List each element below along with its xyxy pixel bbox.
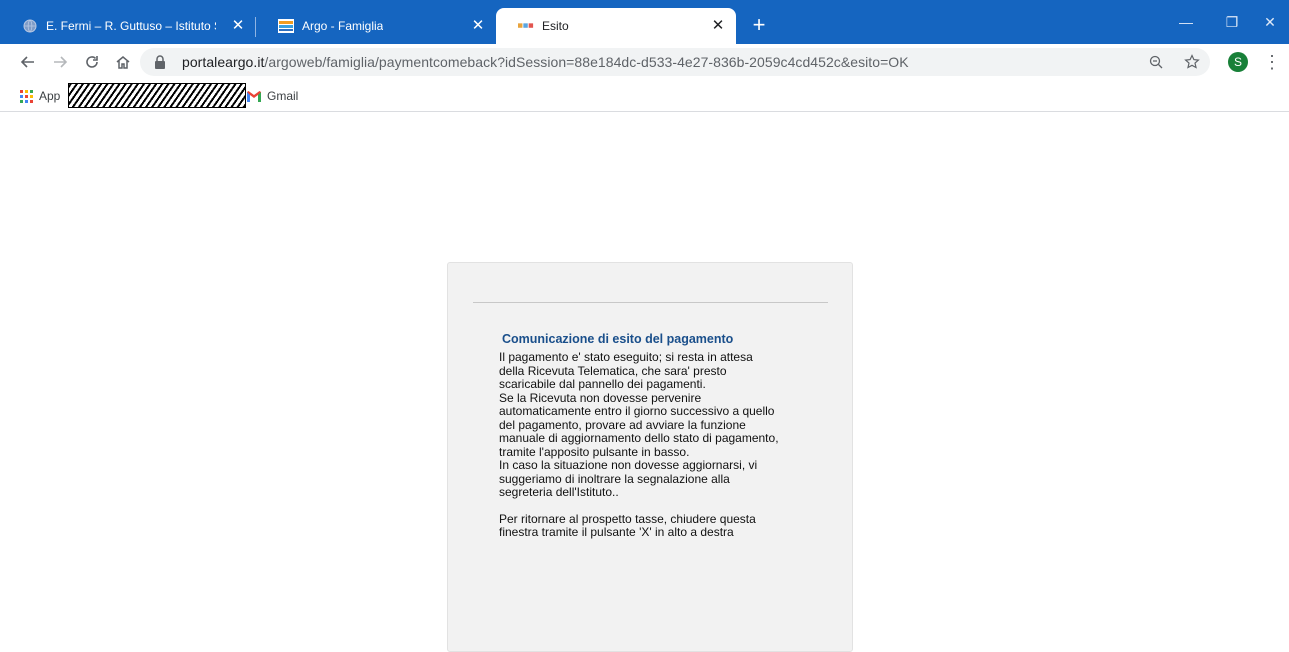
tab-close-icon[interactable]: ✕ (470, 18, 486, 34)
forward-button[interactable] (48, 50, 72, 74)
tab-istituto[interactable]: E. Fermi – R. Guttuso – Istituto St ✕ (0, 8, 256, 44)
tab-title: Esito (542, 19, 569, 33)
bookmarks-bar: App Gmail (0, 80, 1289, 112)
globe-icon (22, 18, 38, 34)
lock-icon (155, 55, 165, 69)
arrow-left-icon (20, 56, 34, 68)
tab-close-icon[interactable]: ✕ (230, 18, 246, 34)
tab-close-icon[interactable]: ✕ (710, 18, 726, 34)
argo-dots-icon (518, 18, 534, 34)
arrow-right-icon (54, 56, 68, 68)
browser-tab-strip: E. Fermi – R. Guttuso – Istituto St ✕ Ar… (0, 0, 1289, 44)
zoom-button[interactable] (1146, 52, 1166, 72)
bookmark-star-button[interactable] (1182, 52, 1202, 72)
gmail-icon (247, 90, 261, 102)
message-paragraph: Il pagamento e' stato eseguito; si resta… (499, 350, 779, 499)
tab-title: E. Fermi – R. Guttuso – Istituto St (46, 19, 216, 33)
message-body: Il pagamento e' stato eseguito; si resta… (499, 350, 819, 540)
zoom-icon (1149, 55, 1163, 69)
close-window-button[interactable]: ✕ (1247, 10, 1289, 34)
payment-result-card: Comunicazione di esito del pagamento Il … (447, 262, 853, 652)
bookmark-label: App (39, 89, 61, 103)
redacted-bookmarks (68, 83, 246, 108)
tab-title: Argo - Famiglia (302, 19, 384, 33)
bookmark-gmail[interactable]: Gmail (247, 87, 298, 105)
address-bar[interactable]: portaleargo.it/argoweb/famiglia/paymentc… (140, 48, 1210, 76)
apps-grid-icon (20, 89, 33, 103)
divider (473, 302, 828, 303)
home-button[interactable] (111, 50, 135, 74)
minimize-button[interactable]: — (1163, 10, 1209, 34)
message-paragraph: Per ritornare al prospetto tasse, chiude… (499, 511, 756, 539)
reload-button[interactable] (80, 50, 104, 74)
page-title: Comunicazione di esito del pagamento (502, 332, 734, 346)
bookmark-label: Gmail (267, 89, 299, 103)
argo-logo-icon (278, 18, 294, 34)
tab-argo-famiglia[interactable]: Argo - Famiglia ✕ (256, 8, 496, 44)
star-icon (1184, 54, 1200, 69)
home-icon (116, 56, 130, 69)
back-button[interactable] (16, 50, 40, 74)
reload-icon (86, 56, 98, 68)
tab-esito[interactable]: Esito ✕ (496, 8, 736, 44)
bookmark-apps[interactable]: App (20, 87, 60, 105)
profile-avatar[interactable]: S (1228, 52, 1248, 72)
browser-toolbar: portaleargo.it/argoweb/famiglia/paymentc… (0, 44, 1289, 80)
menu-kebab-icon[interactable]: ⋮ (1263, 52, 1281, 72)
url-text[interactable]: portaleargo.it/argoweb/famiglia/paymentc… (182, 54, 909, 70)
new-tab-button[interactable]: + (747, 14, 771, 38)
